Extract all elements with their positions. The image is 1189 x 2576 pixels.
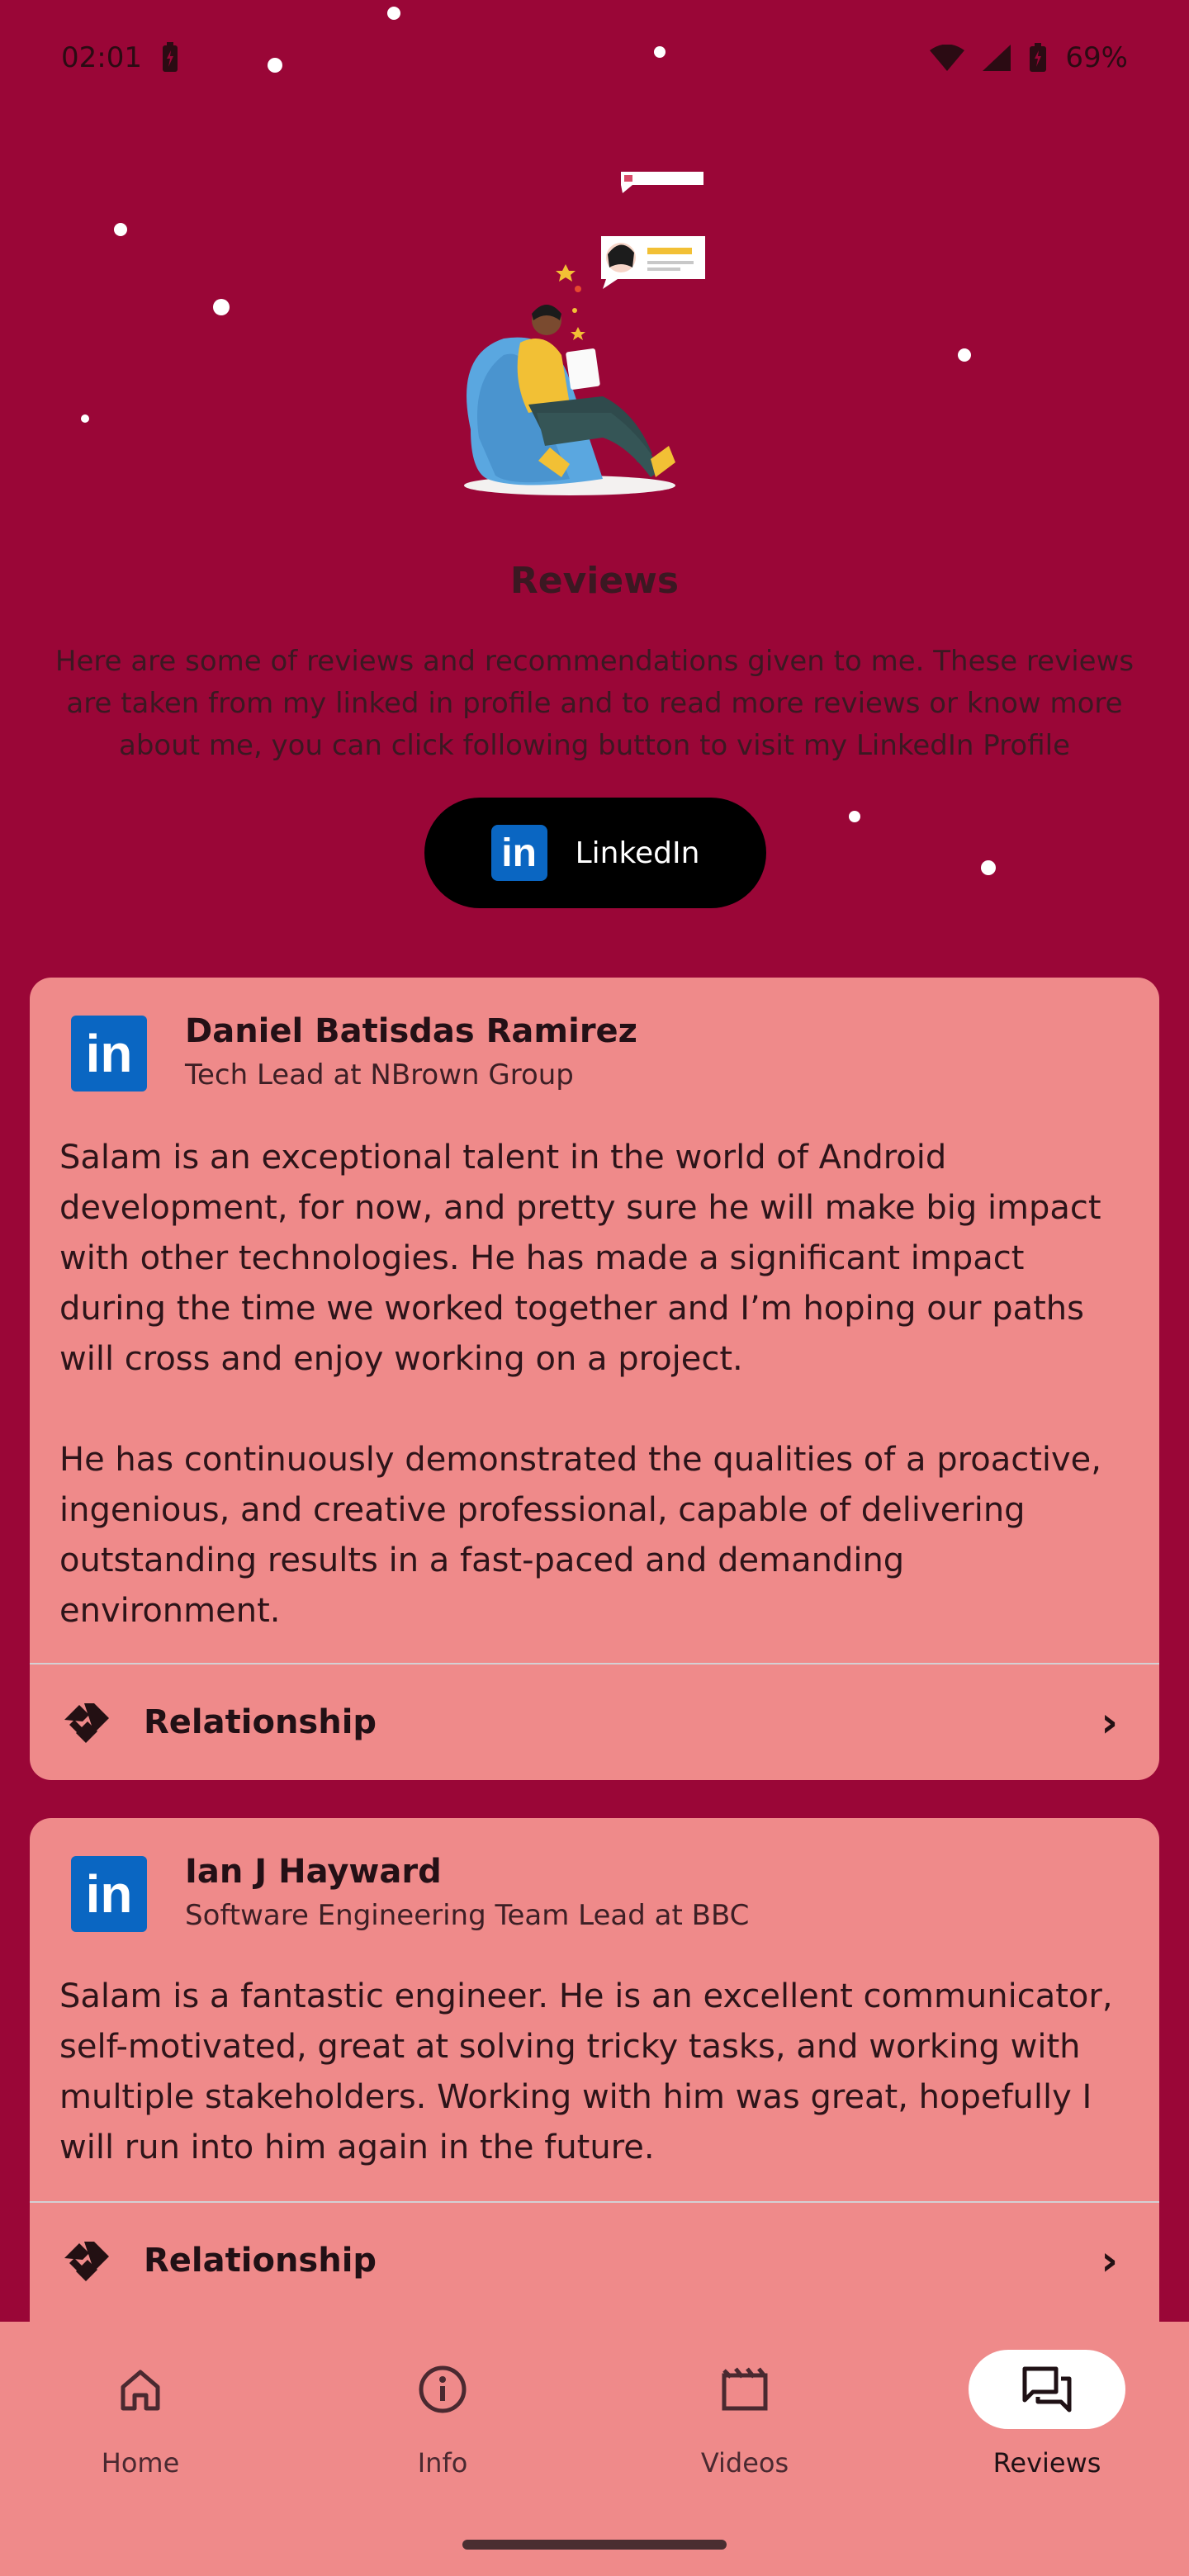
review-text: Salam is a fantastic engineer. He is an …: [59, 1977, 1113, 2166]
snow-particle: [114, 223, 127, 236]
intro-text: Here are some of reviews and recommendat…: [54, 645, 1135, 762]
linkedin-icon: in: [490, 825, 547, 881]
nav-label-info: Info: [417, 2447, 468, 2479]
nav-icon-container-active: [969, 2350, 1125, 2429]
nav-item-home[interactable]: Home: [41, 2322, 239, 2495]
page-title: Reviews: [509, 560, 680, 602]
nav-icon-container: [364, 2350, 521, 2429]
nav-item-info[interactable]: Info: [343, 2322, 542, 2495]
snow-particle: [213, 299, 230, 315]
video-icon: [722, 2367, 768, 2411]
snow-particle: [981, 860, 996, 875]
snow-particle: [81, 414, 89, 423]
reviewer-title: Tech Lead at NBrown Group: [185, 1058, 574, 1091]
chevron-right-icon: ›: [1101, 1698, 1118, 1746]
review-card-header: in Ian J Hayward Software Engineering Te…: [71, 1853, 750, 1932]
review-text: Salam is an exceptional talent in the wo…: [59, 1139, 1101, 1630]
reviews-illustration: [464, 172, 705, 495]
battery-icon: [1030, 43, 1047, 72]
snow-particle: [849, 811, 860, 822]
relationship-label: Relationship: [144, 2242, 377, 2280]
status-bar: 02:01 69%: [0, 0, 1189, 116]
snow-particle: [958, 348, 971, 362]
signal-icon: [983, 45, 1011, 71]
linkedin-button-label: LinkedIn: [575, 836, 700, 870]
handshake-icon: [64, 2242, 109, 2281]
nav-label-videos: Videos: [700, 2447, 789, 2479]
review-card: in Ian J Hayward Software Engineering Te…: [30, 1818, 1159, 2351]
battery-percentage: 69%: [1065, 41, 1128, 74]
relationship-label: Relationship: [144, 1703, 377, 1741]
review-card: in Daniel Batisdas Ramirez Tech Lead at …: [30, 978, 1159, 1780]
linkedin-icon: in: [71, 1016, 147, 1091]
handshake-icon: [64, 1703, 109, 1743]
snow-particle: [268, 58, 282, 73]
reviewer-name: Ian J Hayward: [185, 1853, 442, 1891]
status-time: 02:01: [61, 41, 142, 74]
nav-icon-container: [62, 2350, 219, 2429]
info-icon: [419, 2365, 467, 2413]
bottom-navigation: Home Info Videos Reviews: [0, 2322, 1189, 2576]
gesture-bar[interactable]: [462, 2540, 727, 2550]
nav-item-videos[interactable]: Videos: [646, 2322, 844, 2495]
relationship-row[interactable]: Relationship ›: [30, 2203, 1159, 2318]
linkedin-icon: in: [71, 1856, 147, 1932]
relationship-row[interactable]: Relationship ›: [30, 1664, 1159, 1780]
nav-icon-container: [666, 2350, 823, 2429]
nav-item-reviews[interactable]: Reviews: [948, 2322, 1146, 2495]
home-icon: [121, 2370, 160, 2411]
review-card-header: in Daniel Batisdas Ramirez Tech Lead at …: [71, 1012, 637, 1091]
nav-label-home: Home: [101, 2447, 180, 2479]
chevron-right-icon: ›: [1101, 2237, 1118, 2285]
reviewer-name: Daniel Batisdas Ramirez: [185, 1012, 637, 1050]
linkedin-button[interactable]: in LinkedIn: [424, 798, 766, 908]
reviewer-title: Software Engineering Team Lead at BBC: [185, 1899, 750, 1932]
wifi-icon: [930, 45, 965, 71]
snow-particle: [387, 7, 400, 20]
snow-particle: [654, 46, 666, 58]
charging-icon: [162, 42, 178, 72]
nav-label-reviews: Reviews: [992, 2447, 1101, 2479]
reviews-icon: [1022, 2366, 1072, 2413]
